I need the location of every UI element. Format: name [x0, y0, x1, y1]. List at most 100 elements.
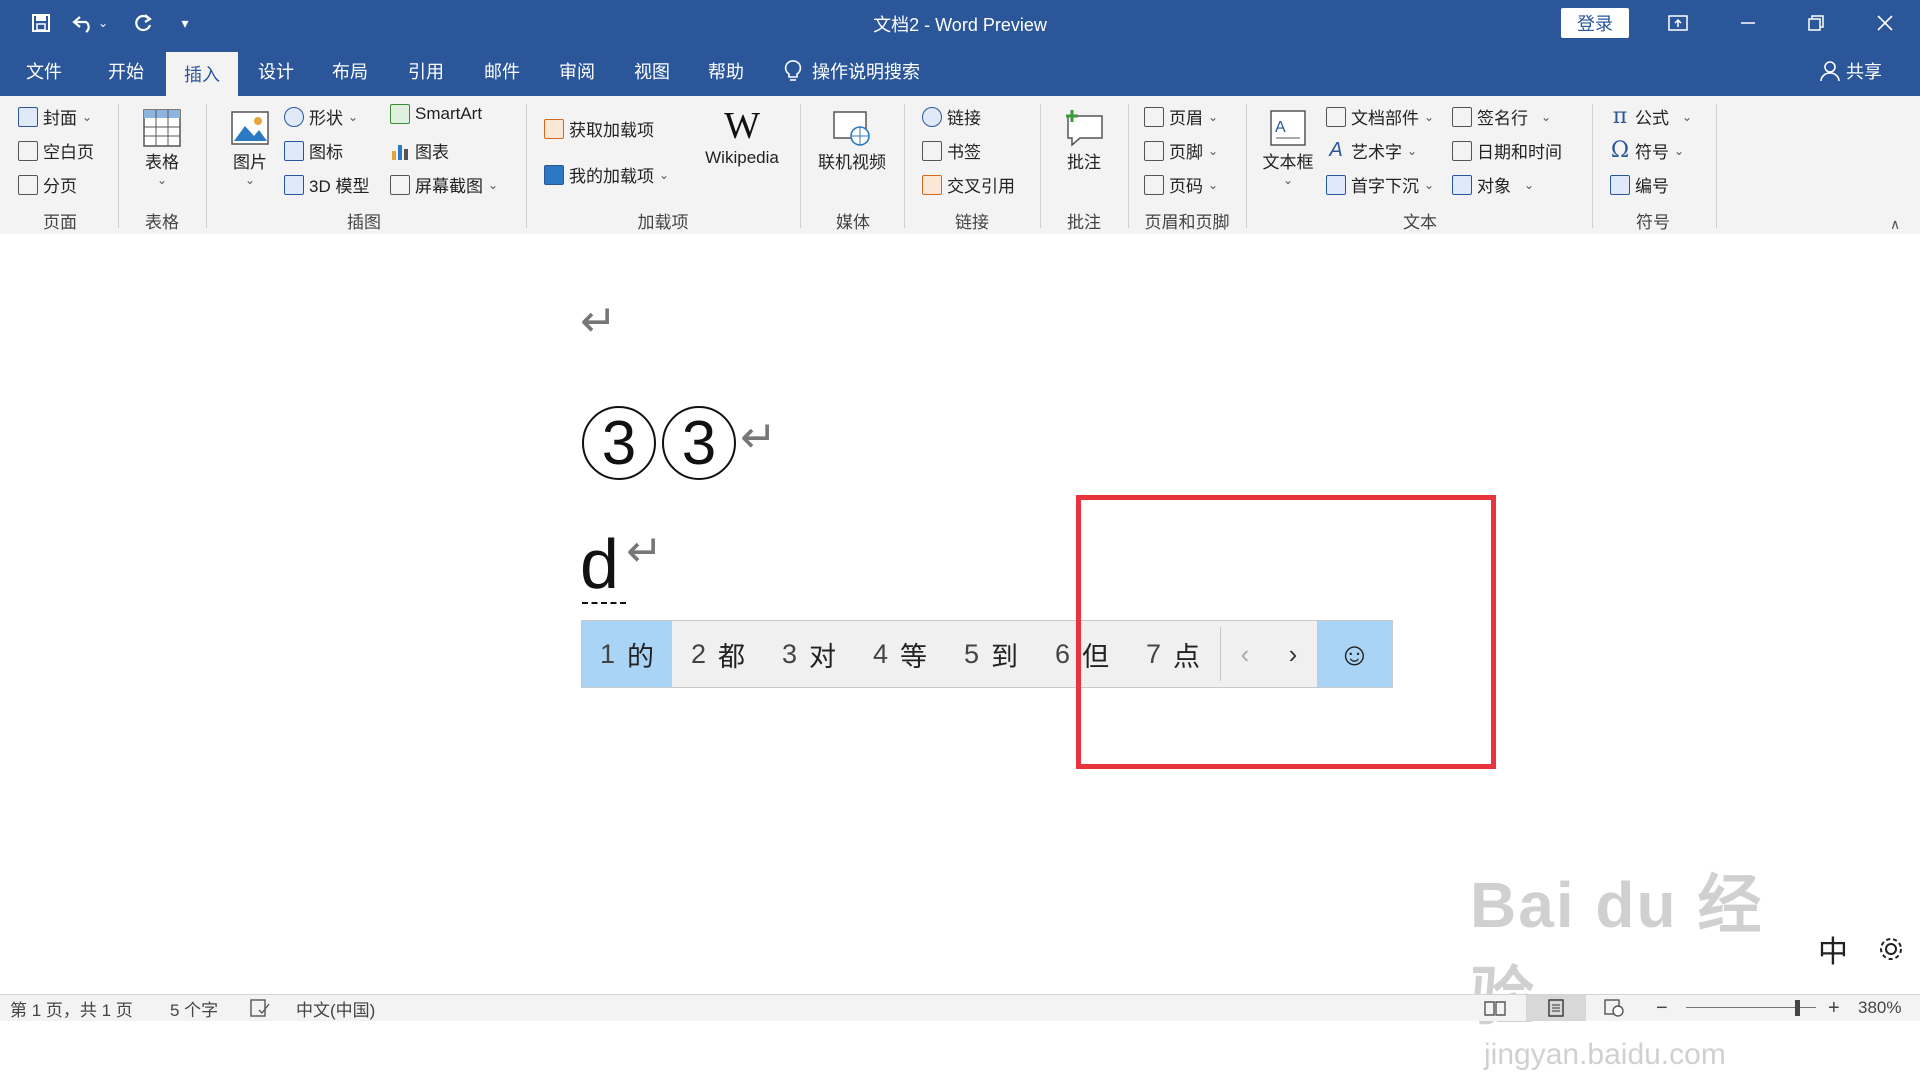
icons-button[interactable]: 图标	[284, 138, 343, 163]
tab-review[interactable]: 审阅	[541, 46, 613, 96]
smartart-icon	[390, 104, 410, 124]
read-mode-icon[interactable]	[1484, 995, 1506, 1021]
paragraph-mark-icon: ↵	[580, 296, 617, 347]
tab-view[interactable]: 视图	[616, 46, 688, 96]
text-box-button[interactable]: A 文本框 ⌄	[1258, 108, 1318, 187]
smartart-label: SmartArt	[415, 104, 483, 123]
chart-icon	[392, 144, 408, 160]
link-button[interactable]: 链接	[922, 104, 981, 129]
my-addins-icon	[544, 164, 564, 185]
document-area[interactable]: ↵ 3 3 ↵ d ↵ 1的 2都 3对 4等 5到 6但 7点 ‹ › ☺ B…	[0, 234, 1920, 1071]
number-button[interactable]: 编号	[1610, 172, 1669, 197]
zoom-in-button[interactable]: +	[1828, 995, 1840, 1021]
lightbulb-icon	[784, 60, 802, 81]
tab-design[interactable]: 设计	[240, 46, 312, 96]
pictures-button[interactable]: 图片 ⌄	[222, 108, 278, 187]
calendar-icon	[1452, 140, 1472, 161]
tab-file[interactable]: 文件	[8, 46, 80, 96]
group-label-text: 文本	[1403, 213, 1437, 232]
tab-mailings[interactable]: 邮件	[466, 46, 538, 96]
proofing-icon[interactable]	[250, 995, 270, 1021]
word-count[interactable]: 5 个字	[170, 995, 218, 1021]
equation-label: 公式	[1635, 109, 1669, 128]
footer-button[interactable]: 页脚 ⌄	[1144, 138, 1218, 163]
ime-mode-indicator[interactable]: 中	[1818, 927, 1848, 971]
page-number-label: 页码	[1169, 177, 1203, 196]
header-label: 页眉	[1169, 109, 1203, 128]
zoom-level[interactable]: 380%	[1858, 995, 1901, 1021]
my-addins-button[interactable]: 我的加载项 ⌄	[544, 162, 669, 187]
tab-references[interactable]: 引用	[390, 46, 462, 96]
cover-page-button[interactable]: 封面 ⌄	[18, 104, 92, 129]
icons-label: 图标	[309, 143, 343, 162]
web-layout-icon[interactable]	[1604, 995, 1624, 1021]
language-indicator[interactable]: 中文(中国)	[296, 995, 375, 1021]
page-count[interactable]: 第 1 页，共 1 页	[10, 995, 133, 1021]
login-button[interactable]: 登录	[1561, 8, 1629, 38]
close-icon[interactable]	[1852, 0, 1918, 46]
ime-candidate[interactable]: 1的	[582, 621, 672, 687]
ribbon-display-options-icon[interactable]	[1645, 0, 1711, 46]
group-label-addins: 加载项	[637, 213, 689, 232]
minimize-icon[interactable]	[1715, 0, 1781, 46]
blank-page-icon	[18, 140, 38, 161]
ime-candidate[interactable]: 4等	[854, 621, 946, 687]
pi-icon: π	[1612, 104, 1628, 129]
tell-me-search[interactable]: 操作说明搜索	[784, 46, 920, 96]
group-label-illustrations: 插图	[347, 213, 381, 232]
group-label-comments: 批注	[1067, 213, 1101, 232]
equation-button[interactable]: π 公式 ⌄	[1610, 104, 1692, 129]
share-label: 共享	[1846, 62, 1882, 82]
signature-line-button[interactable]: 签名行 ⌄	[1452, 104, 1551, 129]
ime-candidate[interactable]: 2都	[672, 621, 764, 687]
chart-button[interactable]: 图表	[390, 138, 449, 163]
wikipedia-button[interactable]: W Wikipedia	[694, 104, 790, 168]
object-button[interactable]: 对象 ⌄	[1452, 172, 1534, 197]
page-number-button[interactable]: 页码 ⌄	[1144, 172, 1218, 197]
3d-models-button[interactable]: 3D 模型	[284, 172, 369, 197]
header-icon	[1144, 106, 1164, 127]
gear-icon[interactable]	[1876, 934, 1906, 964]
smartart-button[interactable]: SmartArt	[390, 104, 482, 124]
table-button[interactable]: 表格 ⌄	[134, 108, 190, 187]
screenshot-button[interactable]: 屏幕截图 ⌄	[390, 172, 498, 197]
restore-icon[interactable]	[1783, 0, 1849, 46]
page-break-button[interactable]: 分页	[18, 172, 77, 197]
zoom-out-button[interactable]: −	[1656, 995, 1668, 1021]
title-bar: ⌄ ▾ 文档2 - Word Preview 登录	[0, 0, 1920, 46]
zoom-slider-thumb[interactable]	[1795, 1000, 1800, 1016]
symbol-button[interactable]: Ω 符号 ⌄	[1610, 138, 1684, 163]
paragraph-mark-icon: ↵	[740, 412, 777, 463]
collapse-ribbon-icon[interactable]: ∧	[1890, 216, 1900, 233]
cross-reference-label: 交叉引用	[947, 177, 1015, 196]
share-button[interactable]: 共享	[1820, 46, 1882, 96]
group-label-links: 链接	[955, 213, 989, 232]
new-comment-button[interactable]: 批注	[1056, 108, 1112, 173]
page-break-label: 分页	[43, 177, 77, 196]
symbol-label: 符号	[1635, 143, 1669, 162]
shapes-button[interactable]: 形状 ⌄	[284, 104, 358, 129]
ime-candidate[interactable]: 5到	[946, 621, 1036, 687]
tab-help[interactable]: 帮助	[690, 46, 762, 96]
object-label: 对象	[1477, 177, 1511, 196]
cross-reference-button[interactable]: 交叉引用	[922, 172, 1015, 197]
wordart-button[interactable]: A 艺术字 ⌄	[1326, 138, 1417, 163]
drop-cap-button[interactable]: 首字下沉 ⌄	[1326, 172, 1434, 197]
ime-candidate[interactable]: 3对	[764, 621, 854, 687]
tab-home[interactable]: 开始	[90, 46, 162, 96]
print-layout-icon[interactable]	[1526, 995, 1586, 1021]
tab-layout[interactable]: 布局	[314, 46, 386, 96]
wikipedia-label: Wikipedia	[705, 148, 779, 167]
pictures-label: 图片	[233, 153, 267, 172]
group-label-tables: 表格	[145, 213, 179, 232]
tell-me-label: 操作说明搜索	[812, 62, 920, 82]
bookmark-button[interactable]: 书签	[922, 138, 981, 163]
get-addins-button[interactable]: 获取加载项	[544, 116, 654, 141]
online-video-button[interactable]: 联机视频	[812, 108, 892, 173]
blank-page-label: 空白页	[43, 143, 94, 162]
date-time-button[interactable]: 日期和时间	[1452, 138, 1562, 163]
header-button[interactable]: 页眉 ⌄	[1144, 104, 1218, 129]
blank-page-button[interactable]: 空白页	[18, 138, 94, 163]
tab-insert[interactable]: 插入	[166, 52, 238, 96]
quick-parts-button[interactable]: 文档部件 ⌄	[1326, 104, 1434, 129]
